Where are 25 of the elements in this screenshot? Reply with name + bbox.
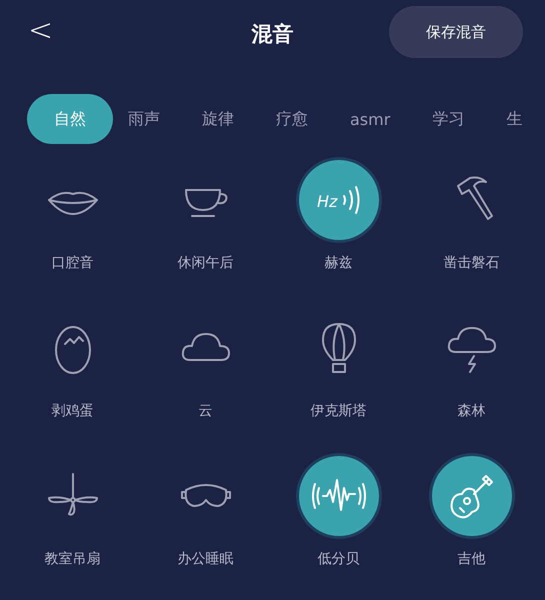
category-tab[interactable]: 自然 (27, 94, 113, 144)
sound-label: 休闲午后 (178, 254, 234, 272)
save-mix-button[interactable]: 保存混音 (389, 6, 523, 58)
sound-label: 伊克斯塔 (310, 402, 366, 420)
category-tab[interactable]: 疗愈 (276, 94, 308, 144)
page-title: 混音 (252, 22, 294, 46)
sound-label: 办公睡眠 (178, 550, 234, 568)
category-tab[interactable]: 雨声 (128, 94, 160, 144)
sound-label: 吉他 (458, 550, 486, 568)
sound-label: 凿击磐石 (444, 254, 500, 272)
category-tab[interactable]: 学习 (432, 94, 464, 144)
category-tab[interactable]: 生 (506, 94, 522, 144)
sound-label: 教室吊扇 (44, 550, 100, 568)
sound-label: 剥鸡蛋 (52, 402, 94, 420)
sound-toggle[interactable] (298, 456, 378, 536)
sound-label: 口腔音 (52, 254, 94, 272)
sound-label: 低分贝 (318, 550, 360, 568)
sound-label: 赫兹 (324, 254, 352, 272)
sound-toggle[interactable] (432, 456, 512, 536)
sound-toggle[interactable]: Hz (298, 160, 378, 240)
sound-label: 云 (198, 402, 212, 420)
sound-label: 森林 (458, 402, 486, 420)
back-button[interactable]: < (22, 12, 60, 48)
category-tab[interactable]: 旋律 (202, 94, 234, 144)
category-tab[interactable]: asmr (350, 94, 390, 144)
